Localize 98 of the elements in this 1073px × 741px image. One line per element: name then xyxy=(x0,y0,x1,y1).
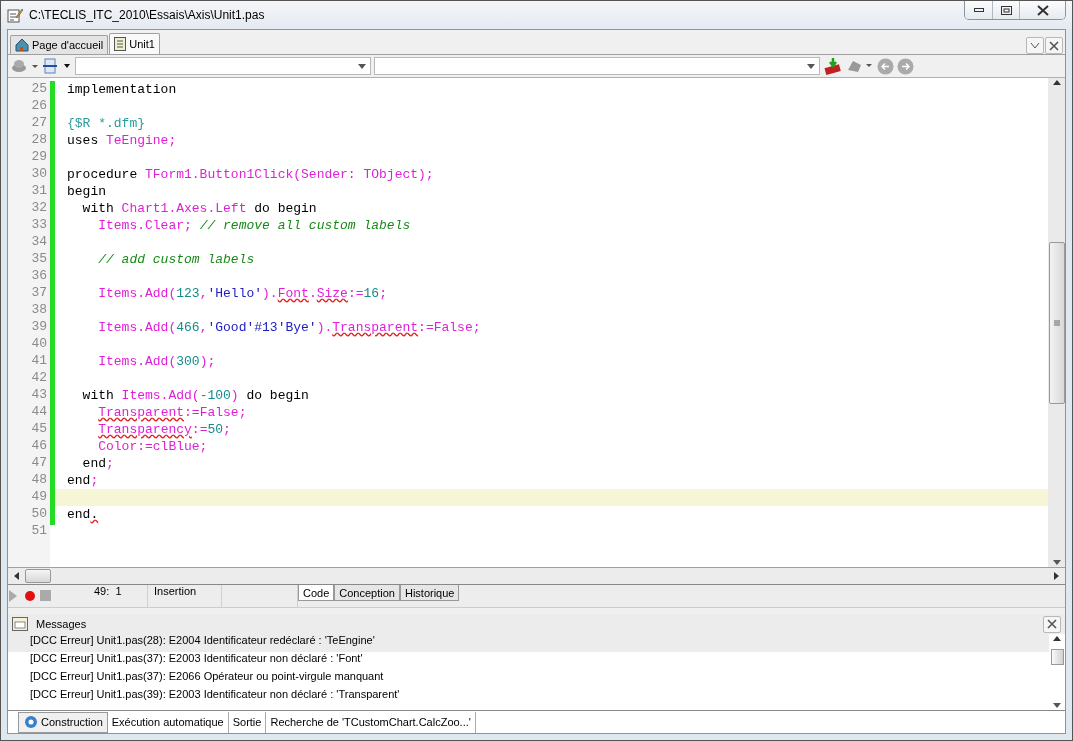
house-icon xyxy=(15,38,29,52)
line-number: 45 xyxy=(30,421,48,438)
line-number: 43 xyxy=(30,387,48,404)
close-button[interactable] xyxy=(1045,37,1063,54)
line-number: 36 xyxy=(30,268,48,285)
line-number: 49 xyxy=(30,489,48,506)
edit-mode: Insertion xyxy=(148,585,222,607)
message-row[interactable]: [DCC Erreur] Unit1.pas(28): E2004 Identificateur redéclaré : 'TeEngine' xyxy=(8,634,1049,652)
line-number: 40 xyxy=(30,336,48,353)
line-number: 42 xyxy=(30,370,48,387)
panel-tab[interactable]: Recherche de 'TCustomChart.CalcZoo...' xyxy=(266,711,476,733)
code-line: end. xyxy=(66,506,100,523)
line-number: 44 xyxy=(30,404,48,421)
line-number: 39 xyxy=(30,319,48,336)
line-number: 28 xyxy=(30,132,48,149)
view-tab[interactable]: Conception xyxy=(334,585,400,601)
view-tab[interactable]: Code xyxy=(298,585,335,601)
vertical-scrollbar[interactable] xyxy=(1048,78,1065,567)
code-line: implementation xyxy=(66,81,178,98)
record-icon[interactable] xyxy=(24,590,38,602)
line-number: 32 xyxy=(30,200,48,217)
chevron-down-icon xyxy=(1030,41,1040,50)
code-line: end; xyxy=(66,472,100,489)
code-line: Transparent:=False; xyxy=(97,404,248,421)
window-icon xyxy=(12,617,28,631)
line-number: 27 xyxy=(30,115,48,132)
close-icon xyxy=(1047,619,1057,629)
edit-document-icon xyxy=(7,7,23,23)
close-icon xyxy=(1036,4,1049,16)
scroll-down-icon xyxy=(1053,703,1061,708)
caret-icon xyxy=(807,63,815,69)
code-line: uses TeEngine; xyxy=(66,132,178,149)
view-tab[interactable]: Historique xyxy=(399,585,460,601)
layout-icon[interactable] xyxy=(42,58,72,74)
line-number: 30 xyxy=(30,166,48,183)
scroll-thumb[interactable] xyxy=(1050,649,1064,665)
code-line: with Chart1.Axes.Left do begin xyxy=(81,200,318,217)
line-number: 38 xyxy=(30,302,48,319)
scroll-left-icon xyxy=(14,572,19,580)
line-number: 47 xyxy=(30,455,48,472)
minimize-button[interactable] xyxy=(965,1,992,19)
back-icon[interactable] xyxy=(877,57,894,75)
minimize-icon xyxy=(973,8,984,12)
panel-tab[interactable]: Exécution automatique xyxy=(107,711,229,733)
scroll-thumb[interactable] xyxy=(25,569,51,583)
panel-title: Messages xyxy=(36,618,87,630)
line-number: 48 xyxy=(30,472,48,489)
close-button[interactable] xyxy=(1043,615,1061,633)
line-number: 34 xyxy=(30,234,48,251)
books-icon[interactable] xyxy=(823,57,843,75)
code-line: Items.Add(466,'Good'#13'Bye').Transparent:=False; xyxy=(97,319,482,336)
horizontal-scrollbar[interactable] xyxy=(8,568,1065,585)
code-line: with Items.Add(-100) do begin xyxy=(81,387,310,404)
forward-icon[interactable] xyxy=(897,57,914,75)
line-number: 51 xyxy=(30,523,48,540)
close-button[interactable] xyxy=(1019,1,1065,19)
line-number: 31 xyxy=(30,183,48,200)
code-line: begin xyxy=(66,183,107,200)
grip-icon xyxy=(1053,319,1060,326)
stop-icon[interactable] xyxy=(40,590,52,602)
scroll-down-icon xyxy=(1052,560,1061,565)
scroll-up-icon xyxy=(1052,80,1061,85)
panel-tab[interactable]: Construction xyxy=(18,711,108,733)
document-tab[interactable]: Page d'accueil xyxy=(10,35,109,54)
cursor-position: 49: 1 xyxy=(60,585,148,607)
line-number: 33 xyxy=(30,217,48,234)
code-line: {$R *.dfm} xyxy=(66,115,146,132)
line-number: 50 xyxy=(30,506,48,523)
document-tab[interactable]: Unit1 xyxy=(109,33,160,54)
scroll-right-icon xyxy=(1054,572,1059,580)
code-line: Items.Clear; // remove all custom labels xyxy=(97,217,412,234)
code-file-icon xyxy=(114,37,127,51)
vertical-scrollbar[interactable] xyxy=(1049,634,1065,710)
close-icon xyxy=(1049,40,1059,51)
play-icon[interactable] xyxy=(8,590,18,602)
caret-icon xyxy=(358,63,366,69)
window-title: C:\TECLIS_ITC_2010\Essais\Axis\Unit1.pas xyxy=(29,8,265,22)
code-line: Color:=clBlue; xyxy=(97,438,209,455)
dropdown-button[interactable] xyxy=(1026,37,1044,54)
line-number: 25 xyxy=(30,81,48,98)
code-line: // add custom labels xyxy=(97,251,256,268)
code-line: Items.Add(123,'Hello').Font.Size:=16; xyxy=(97,285,388,302)
shape-icon[interactable] xyxy=(846,58,874,74)
panel-tab[interactable]: Sortie xyxy=(228,711,267,733)
line-number: 41 xyxy=(30,353,48,370)
line-number: 46 xyxy=(30,438,48,455)
line-number: 29 xyxy=(30,149,48,166)
line-number: 26 xyxy=(30,98,48,115)
scroll-thumb[interactable] xyxy=(1048,241,1065,404)
code-line: procedure TForm1.Button1Click(Sender: TObject); xyxy=(66,166,435,183)
line-number: 37 xyxy=(30,285,48,302)
line-number: 35 xyxy=(30,251,48,268)
maximize-button[interactable] xyxy=(992,1,1019,19)
maximize-icon xyxy=(1000,5,1012,15)
code-line: end; xyxy=(81,455,115,472)
scroll-up-icon xyxy=(1053,636,1061,641)
code-line: Items.Add(300); xyxy=(97,353,217,370)
code-line: Transparency:=50; xyxy=(97,421,232,438)
